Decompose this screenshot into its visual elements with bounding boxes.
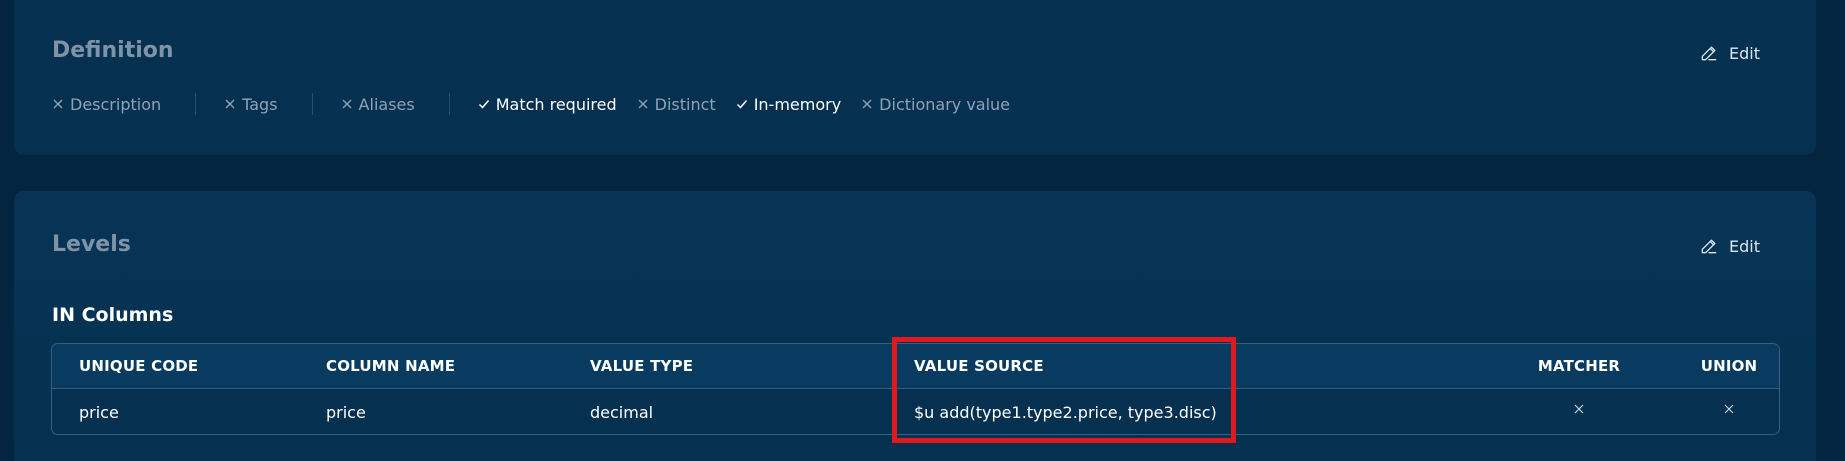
flag-label: Distinct	[654, 94, 716, 114]
flag-label: Description	[70, 94, 162, 114]
definition-card: Definition Edit Description Tags Aliases…	[14, 0, 1816, 155]
flag-label: Tags	[242, 94, 278, 114]
flag-label: Match required	[495, 94, 617, 114]
levels-edit-label: Edit	[1729, 236, 1760, 256]
x-icon	[53, 99, 63, 109]
x-icon	[1574, 404, 1584, 414]
levels-edit-button[interactable]: Edit	[1699, 236, 1760, 256]
pencil-icon	[1701, 239, 1717, 254]
pencil-icon	[1701, 46, 1717, 61]
value-source-cell: $u add(type1.type2.price, type3.disc)	[914, 402, 1217, 422]
definition-edit-button[interactable]: Edit	[1699, 43, 1760, 63]
table-row[interactable]: price price decimal $u add(type1.type2.p…	[52, 389, 1779, 434]
x-icon	[638, 99, 648, 109]
divider	[311, 93, 313, 115]
x-icon	[342, 99, 352, 109]
table-header: UNIQUE CODE COLUMN NAME VALUE TYPE VALUE…	[52, 344, 1779, 389]
flag-label: Aliases	[358, 94, 415, 114]
column-name-cell: price	[326, 402, 366, 422]
divider	[448, 93, 450, 115]
flag-distinct: Distinct	[637, 95, 716, 114]
column-header: MATCHER	[1537, 357, 1621, 375]
column-header: COLUMN NAME	[326, 357, 456, 375]
check-icon	[478, 100, 489, 109]
unique-code-cell: price	[79, 402, 119, 422]
in-columns-table: UNIQUE CODE COLUMN NAME VALUE TYPE VALUE…	[51, 343, 1780, 435]
flag-label: In-memory	[753, 94, 842, 114]
flag-match-required: Match required	[478, 95, 617, 114]
in-columns-title: IN Columns	[52, 304, 174, 326]
definition-flags: Description Tags Aliases Match required …	[52, 93, 1010, 115]
definition-edit-label: Edit	[1729, 43, 1760, 63]
column-header: UNIQUE CODE	[79, 357, 199, 375]
flag-label: Dictionary value	[879, 94, 1011, 114]
x-icon	[862, 99, 872, 109]
definition-title: Definition	[52, 38, 174, 63]
union-cell	[1692, 389, 1766, 434]
flag-dictionary-value: Dictionary value	[861, 95, 1010, 114]
flag-in-memory: In-memory	[736, 95, 841, 114]
levels-title: Levels	[52, 232, 131, 257]
flag-aliases: Aliases	[341, 95, 415, 114]
check-icon	[736, 100, 747, 109]
levels-card: Levels Edit IN Columns UNIQUE CODE COLUM…	[14, 191, 1816, 461]
value-type-cell: decimal	[590, 402, 654, 422]
flag-tags: Tags	[224, 94, 278, 114]
column-header: UNION	[1700, 357, 1758, 375]
column-header: VALUE SOURCE	[914, 357, 1044, 375]
divider	[195, 93, 197, 115]
x-icon	[1724, 404, 1734, 414]
matcher-cell	[1534, 389, 1624, 434]
flag-description: Description	[52, 95, 161, 114]
x-icon	[225, 99, 235, 109]
column-header: VALUE TYPE	[590, 357, 694, 375]
